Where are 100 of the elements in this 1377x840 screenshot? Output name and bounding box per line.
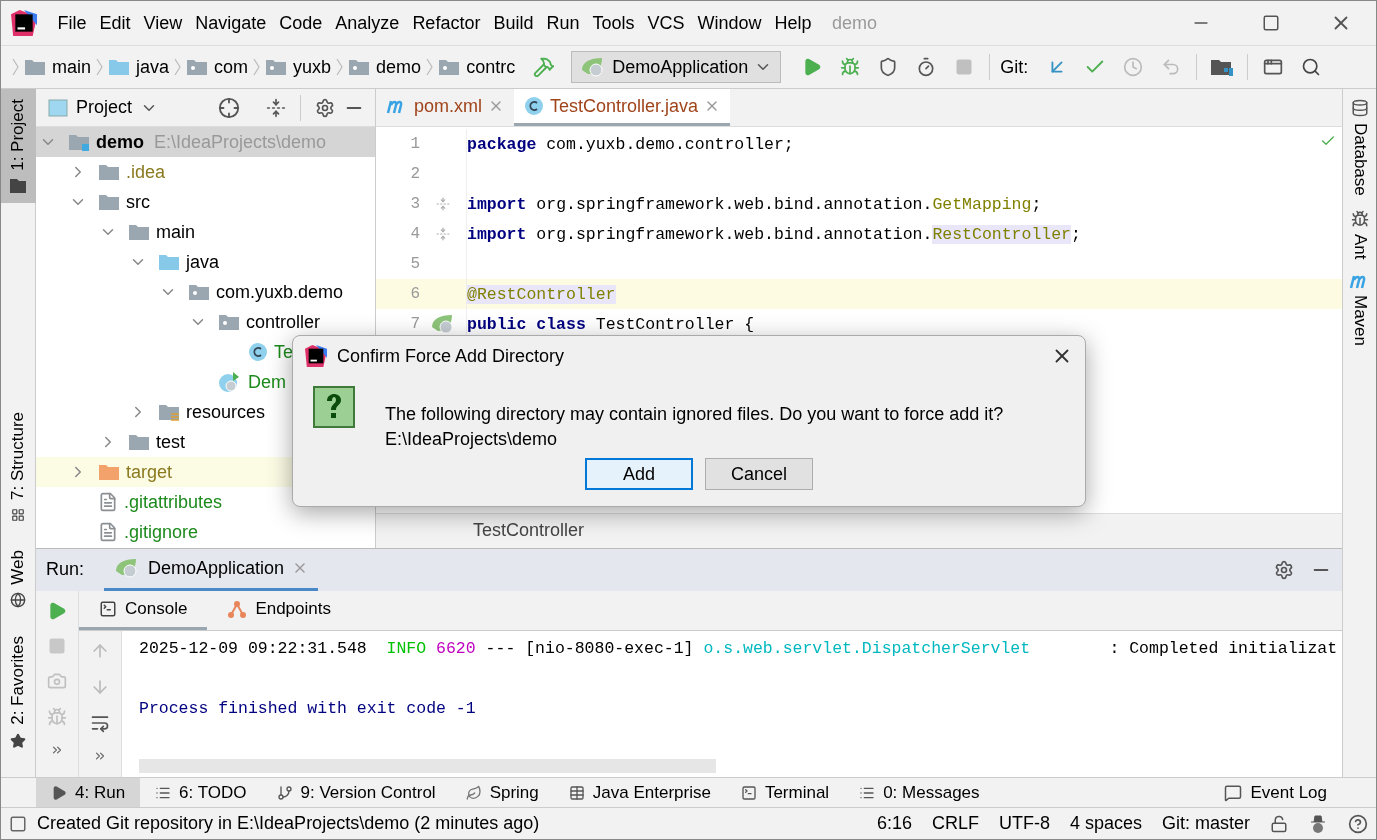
tool-window-button[interactable]: Terminal — [725, 777, 845, 808]
structure-icon — [11, 507, 25, 522]
folder-icon — [158, 253, 180, 271]
hammer-icon[interactable] — [533, 56, 556, 78]
locate-icon[interactable] — [218, 96, 240, 119]
run-config-dropdown[interactable]: DemoApplication — [571, 51, 782, 83]
tree-row[interactable]: test — [36, 427, 375, 457]
menu-item[interactable]: Navigate — [188, 12, 273, 34]
folder-icon — [188, 283, 210, 301]
tree-label: .gitignore — [124, 521, 199, 543]
side-tab[interactable]: 1: Project — [1, 89, 36, 203]
code-line: import org.springframework.web.bind.annotation.GetMapping; — [467, 194, 1042, 214]
side-tab[interactable]: Database — [1349, 99, 1370, 196]
folder-icon — [68, 133, 90, 151]
lock-icon[interactable] — [1270, 814, 1288, 833]
bug-icon[interactable] — [840, 57, 861, 77]
tree-row[interactable]: controller — [36, 307, 375, 337]
menu-item[interactable]: Refactor — [405, 12, 487, 34]
tree-row[interactable]: com.yuxb.demo — [36, 277, 375, 307]
line-number: 7 — [409, 315, 420, 333]
help-icon[interactable] — [1348, 813, 1368, 834]
tool-window-button[interactable]: 9: Version Control — [261, 777, 451, 808]
side-tab[interactable]: Maven — [1348, 273, 1371, 347]
file-icon — [98, 522, 118, 542]
tool-window-button[interactable]: 4: Run — [36, 777, 141, 808]
editor-tab[interactable]: TestController.java — [514, 89, 731, 126]
folder-icon — [98, 193, 120, 211]
app-logo-icon — [11, 10, 37, 36]
status-item[interactable]: 6:16 — [876, 813, 912, 834]
search-icon[interactable] — [1301, 57, 1322, 77]
tree-label: resources — [186, 401, 266, 423]
menu-item[interactable]: File — [51, 12, 93, 34]
status-item[interactable]: Git: master — [1162, 813, 1250, 834]
tool-window-button[interactable]: Spring — [450, 777, 554, 808]
scrollbar[interactable] — [139, 759, 716, 773]
tree-row[interactable]: java — [36, 247, 375, 277]
dialog-button[interactable]: Cancel — [705, 458, 813, 490]
menu-item[interactable]: Window — [691, 12, 769, 34]
tree-row[interactable]: .gitignore — [36, 517, 375, 547]
console-tab[interactable]: Endpoints — [207, 590, 351, 631]
maximize-icon[interactable] — [1262, 14, 1280, 32]
separator-icon — [426, 58, 434, 76]
tree-row[interactable]: .gitattributes — [36, 487, 375, 517]
shield-icon[interactable] — [878, 57, 899, 77]
menu-item[interactable]: Edit — [93, 12, 138, 34]
editor-breadcrumb[interactable]: TestController — [376, 512, 1342, 548]
menu-item[interactable]: Help — [768, 12, 819, 34]
breadcrumb[interactable]: main — [24, 56, 91, 78]
play-icon[interactable] — [47, 600, 67, 621]
collapse-icon[interactable] — [266, 97, 286, 118]
breadcrumb[interactable]: com — [186, 56, 249, 78]
code-line: import org.springframework.web.bind.annotation.RestController; — [467, 224, 1081, 244]
tree-label: src — [126, 191, 150, 213]
side-tab[interactable]: 2: Favorites — [1, 626, 36, 759]
tree-row[interactable]: src — [36, 187, 375, 217]
folder-icon — [265, 58, 288, 76]
folder-icon — [348, 58, 371, 76]
tree-row[interactable]: Dem — [36, 367, 375, 397]
tool-window-button[interactable]: 0: Messages — [844, 777, 995, 808]
inspector-icon[interactable] — [1308, 813, 1328, 834]
panel-title[interactable]: Project — [76, 97, 133, 118]
breadcrumb[interactable]: java — [108, 56, 170, 78]
tool-window-button[interactable]: Event Log — [1209, 777, 1342, 808]
settings-icon[interactable] — [315, 97, 335, 118]
breadcrumb[interactable]: demo — [348, 56, 422, 78]
menu-item[interactable]: Analyze — [328, 12, 406, 34]
fold-icon[interactable] — [436, 197, 450, 211]
play-icon[interactable] — [802, 57, 823, 77]
breadcrumb[interactable]: contrc — [438, 56, 516, 78]
folder-grid-icon[interactable] — [1211, 58, 1234, 76]
menu-item[interactable]: Run — [539, 12, 586, 34]
tree-row[interactable]: .idea — [36, 157, 375, 187]
status-item[interactable]: 4 spaces — [1069, 813, 1142, 834]
code-line: package com.yuxb.demo.controller; — [467, 134, 794, 154]
tool-window-button[interactable]: Java Enterprise — [553, 777, 726, 808]
tree-row[interactable]: main — [36, 217, 375, 247]
tree-row[interactable]: resources — [36, 397, 375, 427]
menu-item[interactable]: Tools — [585, 12, 641, 34]
menu-item[interactable]: Code — [272, 12, 329, 34]
tree-row[interactable]: demo E:\IdeaProjects\demo — [36, 127, 375, 157]
side-tab[interactable]: 7: Structure — [1, 401, 36, 532]
status-item[interactable]: UTF-8 — [998, 813, 1050, 834]
window-title: demo — [832, 12, 879, 34]
status-item[interactable]: CRLF — [931, 813, 979, 834]
dialog-button[interactable]: Add — [585, 458, 693, 490]
settings-icon[interactable] — [1274, 559, 1294, 580]
editor-tab[interactable]: pom.xml — [376, 89, 514, 126]
fold-icon[interactable] — [436, 227, 450, 241]
menu-item[interactable]: VCS — [641, 12, 691, 34]
breadcrumb[interactable]: yuxb — [265, 56, 332, 78]
side-tab[interactable]: Ant — [1349, 209, 1370, 260]
menu-item[interactable]: View — [137, 12, 189, 34]
bug-icon — [1350, 209, 1369, 228]
menu-item[interactable]: Build — [486, 12, 540, 34]
panel-toggle-icon[interactable] — [9, 814, 27, 833]
side-tab[interactable]: Web — [1, 539, 36, 619]
tree-path: E:\IdeaProjects\demo — [154, 131, 327, 153]
tool-window-button[interactable]: 6: TODO — [140, 777, 262, 808]
run-tab[interactable]: DemoApplication — [104, 548, 319, 591]
window-icon[interactable] — [1263, 57, 1284, 77]
